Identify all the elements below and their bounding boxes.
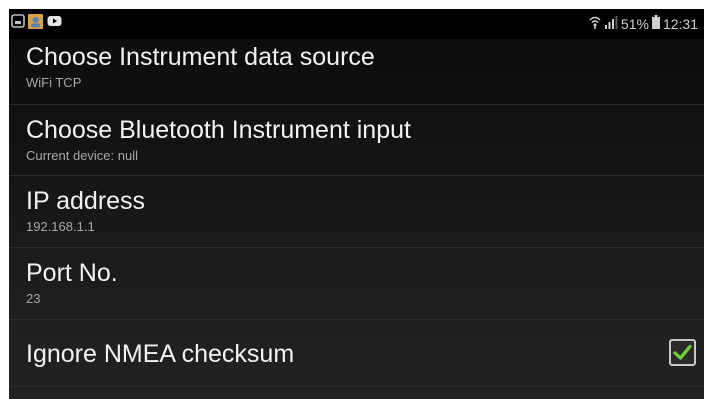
battery-icon [651, 15, 660, 32]
ignore-nmea-checksum-checkbox[interactable] [669, 339, 696, 366]
divider [9, 386, 704, 387]
divider [9, 175, 704, 176]
pref-title: Choose Instrument data source [26, 43, 375, 71]
pref-title: Port No. [26, 259, 118, 287]
pref-summary: WiFi TCP [26, 75, 82, 90]
pref-title: Choose Bluetooth Instrument input [26, 116, 411, 144]
pref-summary: Current device: null [26, 148, 138, 163]
status-indicators: 51% 12:31 [589, 15, 698, 32]
pref-title: Ignore NMEA checksum [26, 340, 295, 368]
pref-port-no[interactable]: Port No. 23 [26, 258, 704, 308]
battery-percent: 51% [620, 15, 649, 32]
pref-summary: 23 [26, 291, 41, 306]
clock: 12:31 [662, 15, 698, 32]
divider [9, 247, 704, 248]
divider [9, 104, 704, 105]
signal-icon [604, 15, 618, 32]
checkmark-icon [673, 344, 692, 360]
pref-ip-address[interactable]: IP address 192.168.1.1 [26, 186, 704, 236]
wifi-icon [589, 15, 601, 32]
pref-instrument-data-source[interactable]: Choose Instrument data source WiFi TCP [26, 42, 704, 92]
pref-ignore-nmea-checksum[interactable]: Ignore NMEA checksum [26, 339, 704, 371]
pref-title: IP address [26, 187, 146, 215]
gallery-icon [11, 14, 25, 33]
settings-screen: 51% 12:31 Choose Instrument data source … [9, 9, 704, 399]
contacts-icon [28, 14, 43, 34]
status-bar: 51% 12:31 [9, 9, 704, 39]
pref-bluetooth-instrument-input[interactable]: Choose Bluetooth Instrument input Curren… [26, 115, 704, 165]
pref-summary: 192.168.1.1 [26, 219, 95, 234]
divider [9, 319, 704, 320]
youtube-icon [47, 14, 62, 33]
